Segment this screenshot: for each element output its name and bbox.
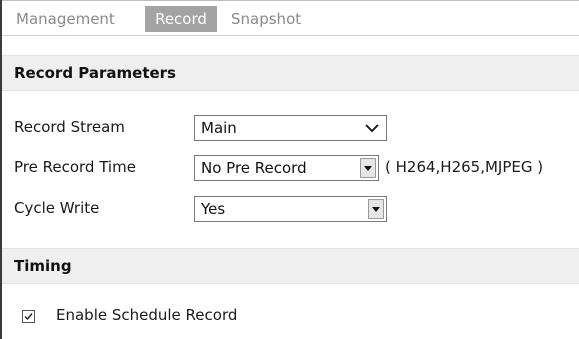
codec-note: ( H264,H265,MJPEG ): [385, 158, 544, 176]
cycle-write-value: Yes: [201, 200, 226, 218]
record-stream-select[interactable]: Main: [194, 115, 387, 141]
record-settings-page: Management Record Snapshot Record Parame…: [0, 0, 579, 339]
timing-title: Timing: [14, 257, 72, 275]
pre-record-time-label: Pre Record Time: [14, 158, 136, 176]
enable-schedule-record-label: Enable Schedule Record: [56, 306, 238, 324]
pre-record-time-value: No Pre Record: [201, 159, 307, 177]
pre-record-time-select[interactable]: No Pre Record: [194, 155, 379, 181]
record-stream-label: Record Stream: [14, 118, 125, 136]
checkmark-icon: [24, 313, 33, 321]
record-stream-value: Main: [201, 119, 237, 137]
dropdown-arrow-icon[interactable]: [368, 199, 384, 219]
chevron-down-icon: [365, 124, 379, 133]
cycle-write-label: Cycle Write: [14, 199, 100, 217]
dropdown-arrow-icon[interactable]: [360, 158, 376, 178]
tab-management[interactable]: Management: [16, 6, 115, 32]
timing-header: Timing: [2, 248, 579, 284]
tab-bar: Management Record Snapshot: [2, 0, 579, 36]
tab-snapshot[interactable]: Snapshot: [231, 6, 301, 32]
cycle-write-select[interactable]: Yes: [194, 196, 387, 222]
record-parameters-header: Record Parameters: [2, 55, 579, 91]
enable-schedule-record-checkbox[interactable]: [22, 310, 35, 323]
tab-record[interactable]: Record: [145, 6, 217, 32]
record-parameters-title: Record Parameters: [14, 64, 176, 82]
